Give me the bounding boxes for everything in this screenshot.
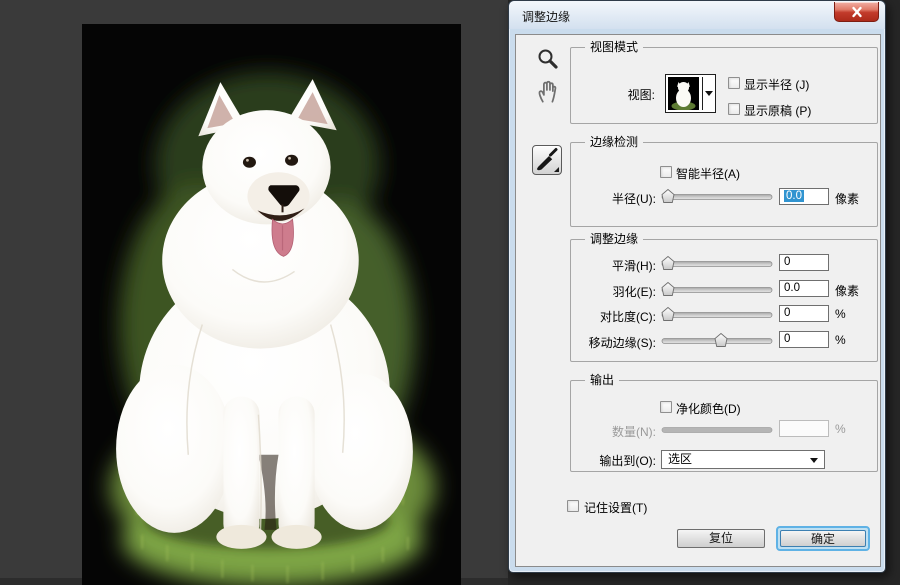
feather-slider[interactable] xyxy=(661,281,773,297)
photoshop-screen: 调整边缘 视图模式 视图: 显示半径 (J) 显示原稿 (P) 边缘检测 智能半… xyxy=(0,0,900,585)
smart-radius-checkbox[interactable] xyxy=(660,166,672,178)
contrast-slider[interactable] xyxy=(661,306,773,322)
radius-unit: 像素 xyxy=(835,192,860,206)
feather-label: 羽化(E): xyxy=(612,285,656,299)
contrast-label: 对比度(C): xyxy=(600,310,656,324)
refine-radius-tool-button[interactable] xyxy=(532,145,562,175)
reset-button[interactable]: 复位 xyxy=(677,529,765,548)
amount-slider-disabled xyxy=(661,427,773,433)
show-radius-label: 显示半径 (J) xyxy=(744,78,810,92)
view-thumbnail xyxy=(668,77,699,110)
decontaminate-colors-checkbox[interactable] xyxy=(660,401,672,413)
dialog-title: 调整边缘 xyxy=(522,10,571,24)
group-edge-detection: 边缘检测 智能半径(A) 半径(U): 0.0 像素 xyxy=(570,135,878,227)
smooth-slider[interactable] xyxy=(661,255,773,271)
show-radius-checkbox[interactable] xyxy=(728,77,740,89)
shift-edge-unit: % xyxy=(835,333,846,347)
refine-edge-dialog: 调整边缘 视图模式 视图: 显示半径 (J) 显示原稿 (P) 边缘检测 智能半… xyxy=(508,0,886,573)
remember-settings-label: 记住设置(T) xyxy=(584,501,648,515)
dialog-panel: 视图模式 视图: 显示半径 (J) 显示原稿 (P) 边缘检测 智能半径(A) … xyxy=(515,34,881,567)
decontaminate-colors-label: 净化颜色(D) xyxy=(676,402,741,416)
radius-field[interactable]: 0.0 xyxy=(779,188,829,205)
group-output: 输出 净化颜色(D) 数量(N): % 输出到(O): 选区 xyxy=(570,373,878,472)
radius-field-value: 0.0 xyxy=(784,190,804,202)
group-adjust-edge-legend: 调整边缘 xyxy=(585,232,644,247)
ok-button-focus-ring: 确定 xyxy=(776,526,870,551)
view-label: 视图: xyxy=(627,88,655,102)
amount-unit: % xyxy=(835,422,846,436)
shift-edge-slider[interactable] xyxy=(661,332,773,348)
amount-label: 数量(N): xyxy=(612,425,656,439)
radius-slider[interactable] xyxy=(661,188,773,204)
contrast-field[interactable]: 0 xyxy=(779,305,829,322)
output-to-dropdown[interactable]: 选区 xyxy=(661,450,825,469)
feather-unit: 像素 xyxy=(835,284,860,298)
shift-edge-label: 移动边缘(S): xyxy=(588,336,656,350)
tool-flyout-corner xyxy=(554,167,559,172)
group-edge-detection-legend: 边缘检测 xyxy=(585,135,644,150)
show-original-label: 显示原稿 (P) xyxy=(744,104,812,118)
remember-settings-checkbox[interactable] xyxy=(567,500,579,512)
smooth-field[interactable]: 0 xyxy=(779,254,829,271)
show-original-checkbox[interactable] xyxy=(728,103,740,115)
view-dropdown[interactable] xyxy=(665,74,716,113)
zoom-tool-icon[interactable] xyxy=(536,47,560,71)
ok-button[interactable]: 确定 xyxy=(780,530,866,547)
group-view-mode: 视图模式 视图: 显示半径 (J) 显示原稿 (P) xyxy=(570,40,878,124)
radius-label: 半径(U): xyxy=(612,192,656,206)
group-output-legend: 输出 xyxy=(585,373,620,388)
close-icon xyxy=(851,6,862,17)
group-view-mode-legend: 视图模式 xyxy=(585,40,644,55)
contrast-unit: % xyxy=(835,307,846,321)
dialog-titlebar[interactable]: 调整边缘 xyxy=(509,1,885,29)
output-to-value: 选区 xyxy=(668,452,693,466)
view-dropdown-arrow xyxy=(702,77,714,110)
dog-preview-image xyxy=(82,24,461,585)
hand-tool-icon[interactable] xyxy=(534,76,561,104)
shift-edge-field[interactable]: 0 xyxy=(779,331,829,348)
close-button[interactable] xyxy=(834,2,879,22)
chevron-down-icon xyxy=(810,458,818,463)
canvas-area xyxy=(0,0,508,585)
smart-radius-label: 智能半径(A) xyxy=(676,167,740,181)
feather-field[interactable]: 0.0 xyxy=(779,280,829,297)
smooth-label: 平滑(H): xyxy=(612,259,656,273)
chevron-down-icon xyxy=(704,91,713,96)
amount-field xyxy=(779,420,829,437)
output-to-label: 输出到(O): xyxy=(599,454,656,468)
group-adjust-edge: 调整边缘 平滑(H): 0 羽化(E): 0.0 像素 对比度(C): 0 % … xyxy=(570,232,878,362)
